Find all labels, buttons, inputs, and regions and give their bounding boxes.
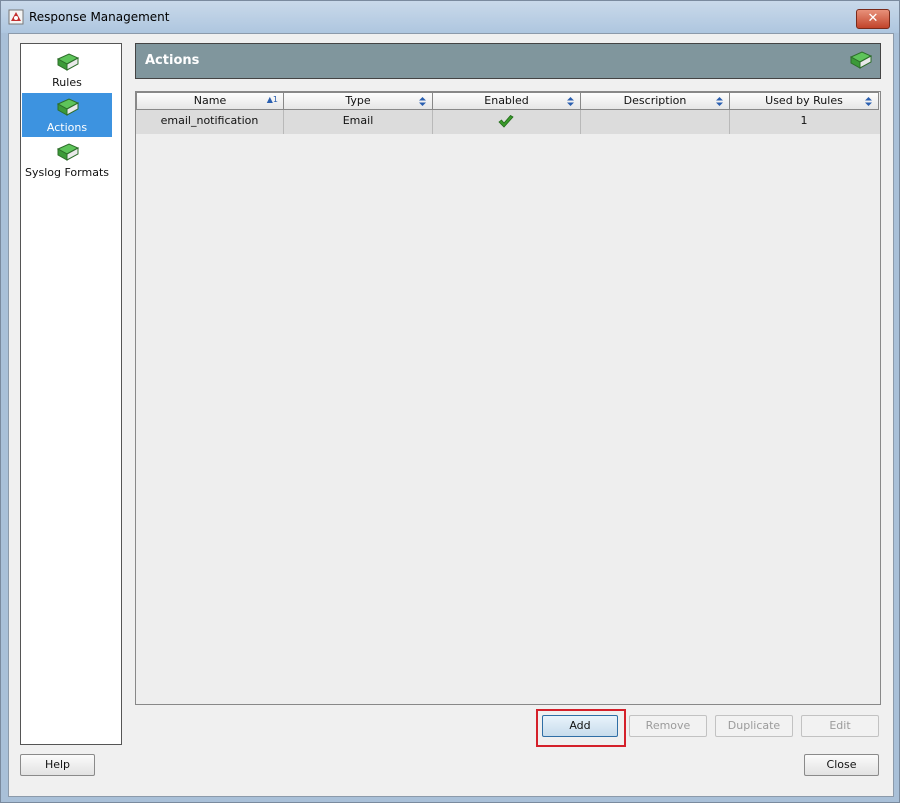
checkmark-icon [498, 115, 514, 128]
sort-ascending-icon: ▲1 [266, 95, 278, 104]
table-row[interactable]: email_notification Email 1 [136, 110, 880, 134]
sort-icon [419, 97, 426, 106]
sidebar-item-label: Syslog Formats [25, 166, 109, 179]
window-close-button[interactable]: ✕ [856, 9, 890, 29]
remove-button[interactable]: Remove [629, 715, 707, 737]
sort-icon [716, 97, 723, 106]
book-icon [56, 143, 80, 161]
column-header-type[interactable]: Type [283, 92, 433, 110]
response-management-window: Response Management ✕ Rules Actions Sysl… [0, 0, 900, 803]
sort-index: 1 [272, 95, 278, 104]
actions-table: Name ▲1 Type Enabled Description Used by… [135, 91, 881, 705]
sort-icon [567, 97, 574, 106]
column-header-name[interactable]: Name ▲1 [136, 92, 284, 110]
column-label: Type [345, 94, 371, 107]
sidebar-item-actions[interactable]: Actions [22, 93, 112, 137]
cell-name: email_notification [136, 110, 284, 134]
cell-type: Email [284, 110, 433, 134]
cell-enabled [433, 110, 581, 134]
column-header-description[interactable]: Description [580, 92, 730, 110]
sidebar: Rules Actions Syslog Formats [20, 43, 122, 745]
cell-description [581, 110, 730, 134]
sidebar-item-syslog-formats[interactable]: Syslog Formats [22, 138, 112, 182]
close-button[interactable]: Close [804, 754, 879, 776]
section-header: Actions [135, 43, 881, 79]
book-icon [849, 51, 873, 69]
column-label: Description [623, 94, 687, 107]
sidebar-item-label: Rules [52, 76, 82, 89]
sort-icon [865, 97, 872, 106]
help-button[interactable]: Help [20, 754, 95, 776]
table-header: Name ▲1 Type Enabled Description Used by… [136, 92, 880, 110]
book-icon [56, 98, 80, 116]
column-label: Enabled [484, 94, 529, 107]
cell-used-by-rules: 1 [800, 114, 808, 127]
book-icon [56, 53, 80, 71]
add-button[interactable]: Add [542, 715, 618, 737]
title-bar[interactable]: Response Management ✕ [1, 1, 899, 33]
edit-button[interactable]: Edit [801, 715, 879, 737]
app-icon [8, 9, 24, 25]
column-header-used-by-rules[interactable]: Used by Rules [729, 92, 879, 110]
window-title: Response Management [29, 10, 170, 24]
duplicate-button[interactable]: Duplicate [715, 715, 793, 737]
column-label: Name [193, 94, 227, 107]
sidebar-item-rules[interactable]: Rules [22, 48, 112, 92]
dialog-client-area: Rules Actions Syslog Formats Actions Nam… [8, 33, 894, 797]
column-label: Used by Rules [765, 94, 843, 107]
section-title: Actions [145, 53, 200, 68]
column-header-enabled[interactable]: Enabled [432, 92, 581, 110]
sidebar-item-label: Actions [46, 121, 88, 134]
